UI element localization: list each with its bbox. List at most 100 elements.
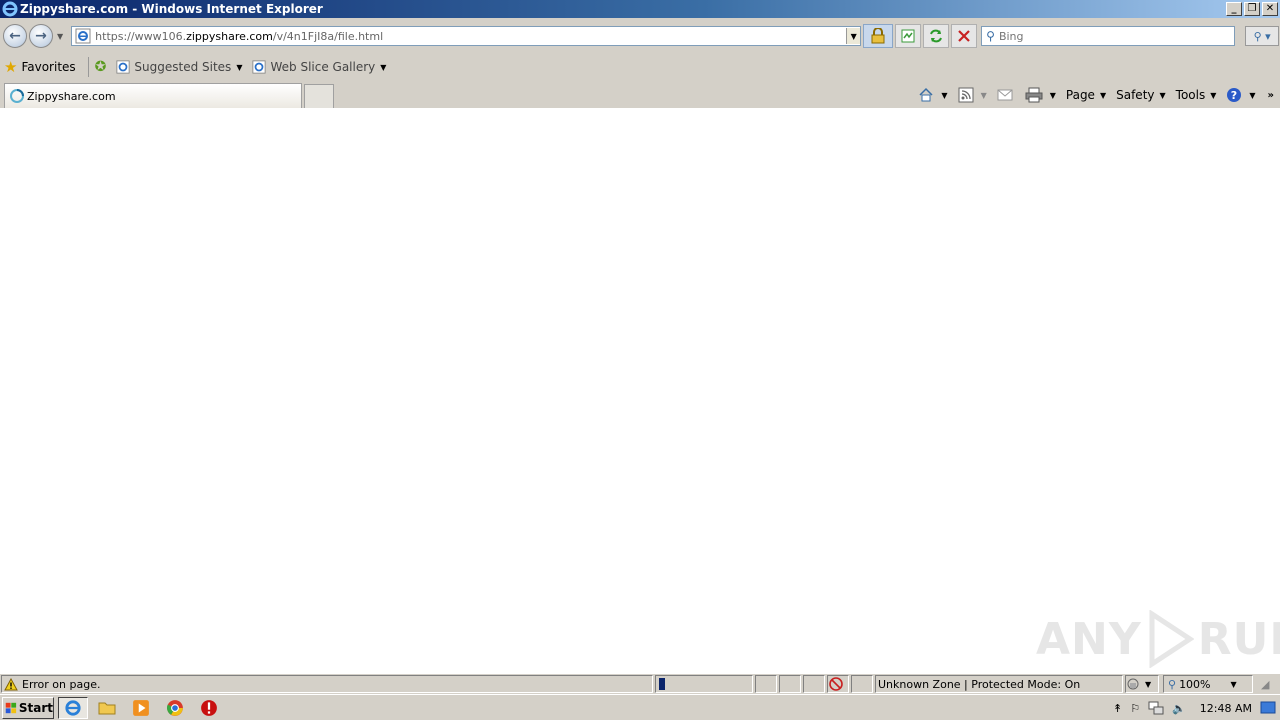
- new-tab-button[interactable]: [304, 84, 334, 108]
- search-icon: ⚲: [986, 29, 995, 43]
- favorites-button[interactable]: ★ Favorites: [4, 58, 76, 76]
- refresh-icon: [930, 29, 943, 43]
- tab-command-bar: Zippyshare.com ▼ ▼ ▼ Page ▼ Safety ▼ Too…: [0, 80, 1280, 108]
- media-player-icon: [133, 699, 149, 716]
- compatibility-view-button[interactable]: [895, 24, 922, 48]
- chevron-down-icon: ▼: [380, 62, 387, 72]
- ie-page-icon: [75, 28, 91, 44]
- back-button[interactable]: ←: [3, 24, 27, 48]
- svg-text:?: ?: [1231, 89, 1237, 102]
- search-magnifier-icon: ⚲ ▾: [1253, 29, 1271, 43]
- chevron-down-icon: ▼: [1145, 679, 1152, 689]
- arrow-right-icon: →: [35, 28, 47, 44]
- loading-spinner-icon: [10, 89, 24, 103]
- minimize-button[interactable]: _: [1226, 2, 1242, 16]
- read-mail-button[interactable]: [997, 89, 1015, 101]
- page-content[interactable]: [0, 108, 1280, 673]
- address-bar[interactable]: https://www106.zippyshare.com/v/4n1FjI8a…: [71, 26, 862, 46]
- zoom-panel[interactable]: ⚲ 100% ▼: [1163, 675, 1253, 693]
- search-input[interactable]: [998, 29, 1219, 43]
- search-box[interactable]: ⚲: [981, 26, 1236, 46]
- chrome-icon: [166, 699, 183, 716]
- url-host-prefix: www106.: [134, 29, 187, 43]
- chevron-down-icon: ▼: [980, 90, 987, 100]
- taskbar-explorer-button[interactable]: [92, 697, 122, 719]
- anyrun-watermark: ANY RUN: [1036, 610, 1280, 668]
- address-dropdown-button[interactable]: ▼: [846, 28, 861, 44]
- protected-mode-panel[interactable]: ▼: [1125, 675, 1159, 693]
- play-logo-icon: [1149, 610, 1194, 668]
- resize-grip-icon[interactable]: ◢: [1261, 678, 1269, 691]
- security-zone-panel[interactable]: Unknown Zone | Protected Mode: On: [875, 675, 1123, 693]
- watermark-text-left: ANY: [1036, 613, 1142, 665]
- search-go-button[interactable]: ⚲ ▾: [1245, 26, 1280, 46]
- page-menu[interactable]: Page ▼: [1066, 88, 1106, 102]
- favorites-label: Favorites: [21, 60, 76, 74]
- action-center-flag-icon[interactable]: ⚐: [1130, 702, 1140, 715]
- safety-menu[interactable]: Safety ▼: [1116, 88, 1166, 102]
- start-button[interactable]: Start: [2, 696, 54, 719]
- forward-button[interactable]: →: [29, 24, 53, 48]
- more-commands-chevron-icon[interactable]: »: [1268, 90, 1274, 101]
- star-icon: ★: [4, 58, 18, 76]
- chevron-down-icon: ▼: [1049, 90, 1056, 100]
- rss-feed-icon: [958, 87, 974, 103]
- suggested-sites-label: Suggested Sites: [134, 60, 232, 74]
- clock[interactable]: 12:48 AM: [1200, 702, 1252, 715]
- taskbar-media-player-button[interactable]: [126, 697, 156, 719]
- chevron-down-icon: ▼: [236, 62, 243, 72]
- help-icon: ?: [1227, 88, 1242, 102]
- show-hidden-icons-icon[interactable]: ↟: [1113, 702, 1122, 715]
- security-zone-text: Unknown Zone | Protected Mode: On: [878, 677, 1081, 691]
- chevron-down-icon: ▼: [1249, 90, 1256, 100]
- print-button[interactable]: ▼: [1025, 87, 1056, 103]
- add-to-favorites-bar-icon[interactable]: ✪: [95, 59, 107, 75]
- web-slice-gallery-link[interactable]: Web Slice Gallery ▼: [252, 60, 386, 74]
- help-menu[interactable]: ? ▼: [1226, 87, 1256, 103]
- warning-icon: [4, 677, 18, 690]
- status-message-panel[interactable]: Error on page.: [1, 675, 653, 693]
- command-bar: ▼ ▼ ▼ Page ▼ Safety ▼ Tools ▼ ? ▼ »: [908, 84, 1274, 106]
- recent-pages-dropdown[interactable]: ▼: [57, 32, 63, 41]
- lock-globe-icon: [1127, 678, 1139, 690]
- tools-menu[interactable]: Tools ▼: [1176, 88, 1217, 102]
- refresh-button[interactable]: [923, 24, 950, 48]
- popup-blocked-icon: [829, 677, 843, 691]
- home-button[interactable]: ▼: [918, 87, 948, 103]
- url-scheme: https://: [95, 29, 135, 43]
- printer-icon: [1025, 87, 1043, 103]
- watermark-text-right: RUN: [1197, 613, 1280, 665]
- web-slice-gallery-label: Web Slice Gallery: [270, 60, 376, 74]
- restore-button[interactable]: ❐: [1244, 2, 1260, 16]
- chevron-down-icon: ▼: [1099, 90, 1107, 100]
- stop-button[interactable]: [951, 24, 978, 48]
- taskbar-ie-button[interactable]: [58, 696, 88, 719]
- popup-blocker-panel[interactable]: [827, 675, 849, 693]
- taskbar-chrome-button[interactable]: [160, 697, 190, 719]
- close-button[interactable]: ✕: [1262, 2, 1278, 16]
- tools-menu-label: Tools: [1175, 88, 1206, 102]
- status-panel-empty: [803, 675, 825, 693]
- compatibility-icon: [901, 29, 915, 43]
- favorites-divider: [87, 57, 89, 77]
- security-lock-button[interactable]: [863, 24, 894, 48]
- taskbar: Start ↟ ⚐ 🔈 12:48 AM: [0, 694, 1280, 720]
- tab-title: Zippyshare.com: [27, 89, 116, 103]
- chevron-down-icon: ▼: [1159, 90, 1166, 100]
- address-url[interactable]: https://www106.zippyshare.com/v/4n1FjI8a…: [95, 30, 846, 43]
- mail-icon: [997, 89, 1013, 101]
- windows-flag-icon: [5, 702, 17, 713]
- ie-page-icon: [116, 60, 130, 74]
- show-desktop-icon[interactable]: [1260, 701, 1276, 715]
- network-icon[interactable]: [1148, 700, 1164, 716]
- volume-icon[interactable]: 🔈: [1172, 702, 1186, 715]
- alert-shield-icon: [201, 699, 217, 716]
- taskbar-antivirus-button[interactable]: [194, 697, 224, 719]
- url-domain: zippyshare.com: [186, 29, 273, 43]
- feeds-button[interactable]: ▼: [958, 87, 987, 103]
- tab-zippyshare[interactable]: Zippyshare.com: [4, 83, 302, 108]
- suggested-sites-link[interactable]: Suggested Sites ▼: [116, 60, 242, 74]
- status-panel-empty: [851, 675, 873, 693]
- home-icon: [919, 87, 933, 102]
- url-path: /v/4n1FjI8a/file.html: [272, 29, 384, 43]
